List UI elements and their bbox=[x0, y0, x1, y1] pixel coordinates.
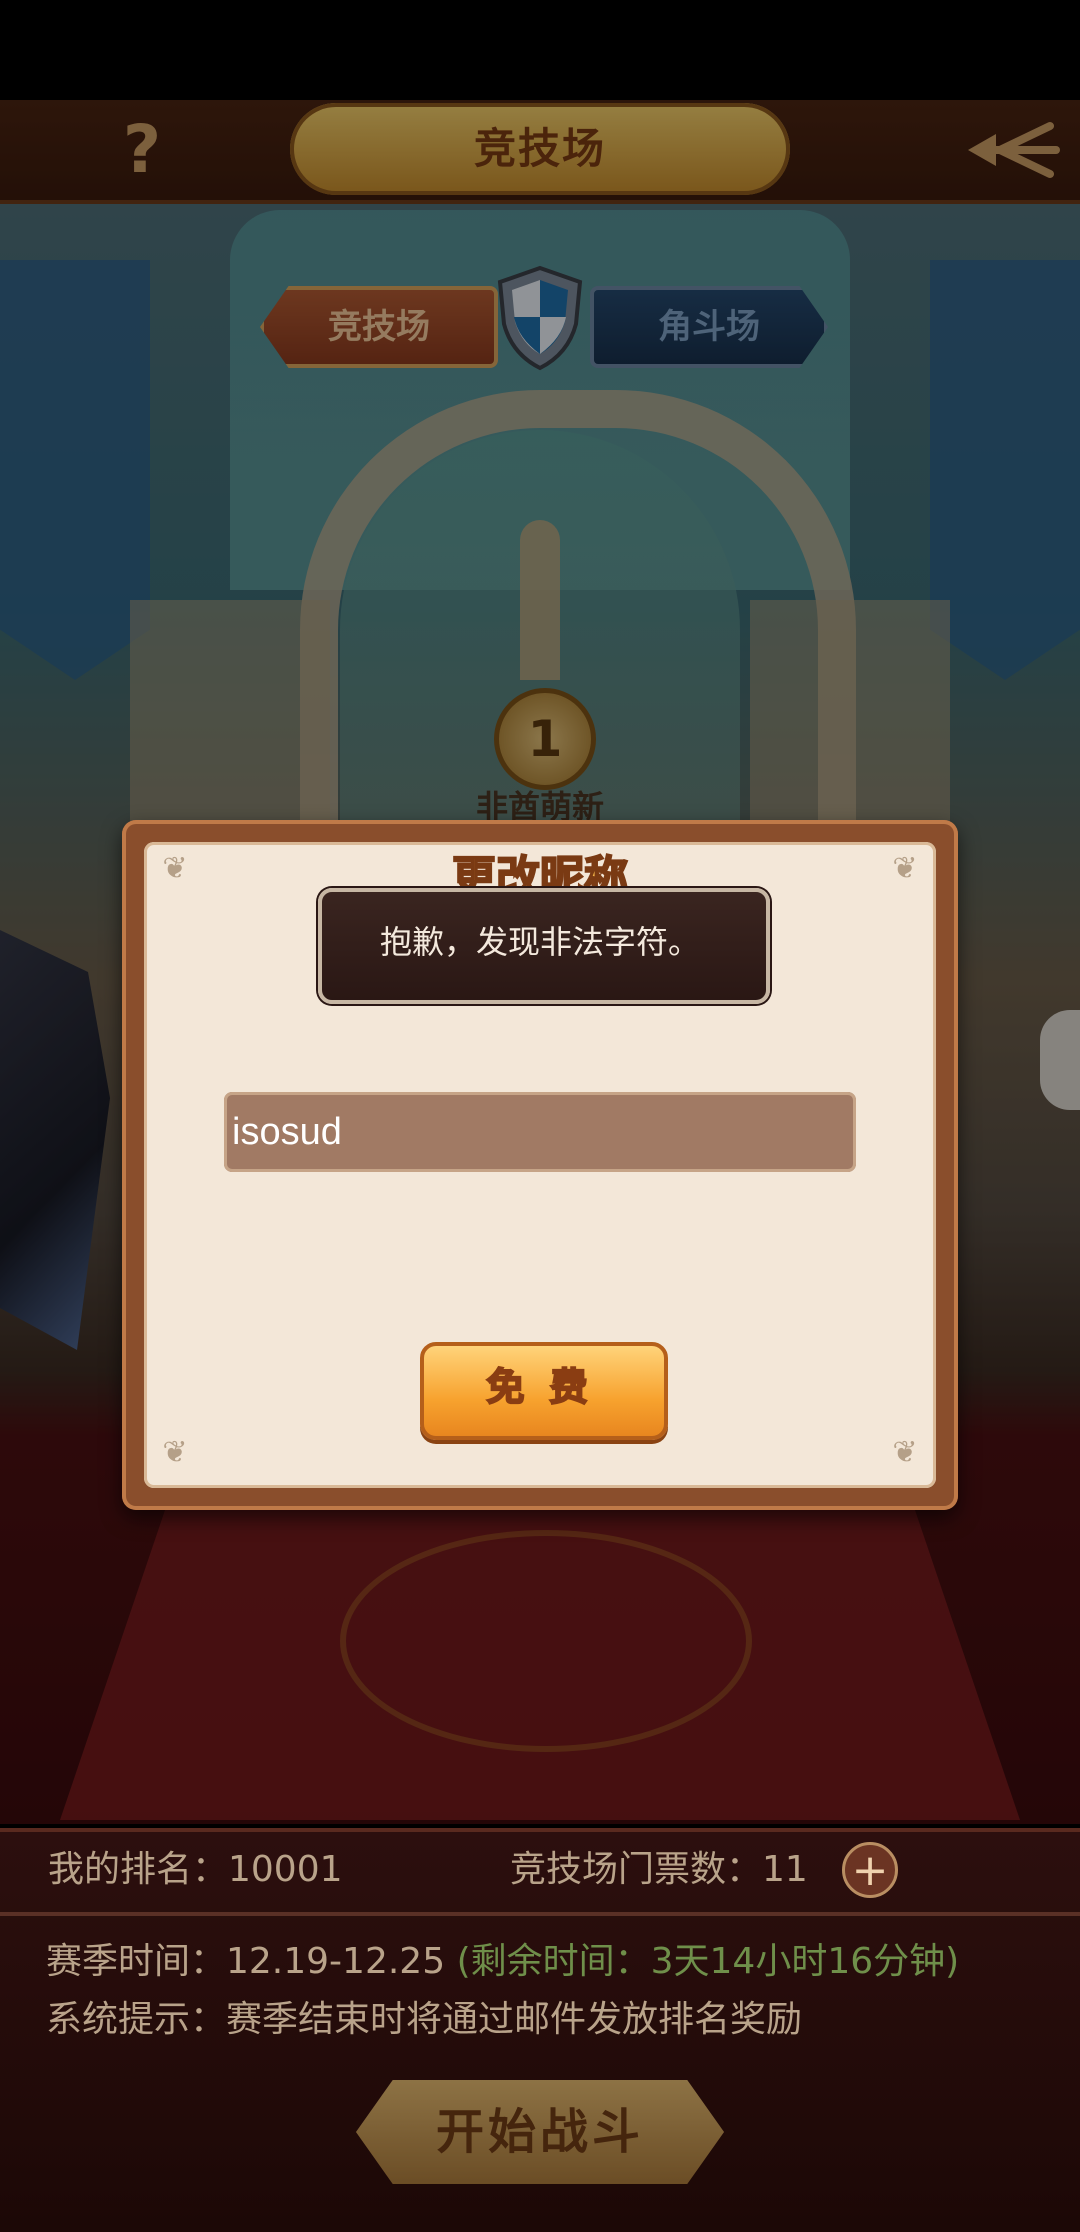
corner-ornament-icon: ❦ bbox=[162, 1435, 188, 1470]
add-ticket-button[interactable]: + bbox=[842, 1842, 898, 1898]
ticket-count: 竞技场门票数：11 bbox=[510, 1849, 808, 1890]
nickname-input[interactable] bbox=[224, 1092, 856, 1172]
error-toast-text: 抱歉，发现非法字符。 bbox=[379, 923, 700, 961]
start-battle-dim bbox=[356, 2080, 724, 2184]
season-time-text: 赛季时间：12.19-12.25 bbox=[46, 1941, 457, 1982]
divider bbox=[0, 1912, 1080, 1916]
season-remaining: (剩余时间：3天14小时16分钟) bbox=[456, 1941, 960, 1982]
corner-ornament-icon: ❦ bbox=[892, 1435, 918, 1470]
corner-ornament-icon: ❦ bbox=[162, 851, 188, 886]
system-hint: 系统提示：赛季结束时将通过邮件发放排名奖励 bbox=[46, 1999, 803, 2040]
free-rename-button-label[interactable]: 免 费 bbox=[420, 1342, 660, 1432]
corner-ornament-icon: ❦ bbox=[892, 851, 918, 886]
season-time: 赛季时间：12.19-12.25 (剩余时间：3天14小时16分钟) bbox=[46, 1934, 1046, 1990]
my-rank: 我的排名：10001 bbox=[48, 1849, 343, 1890]
status-bar-area bbox=[0, 0, 1080, 100]
